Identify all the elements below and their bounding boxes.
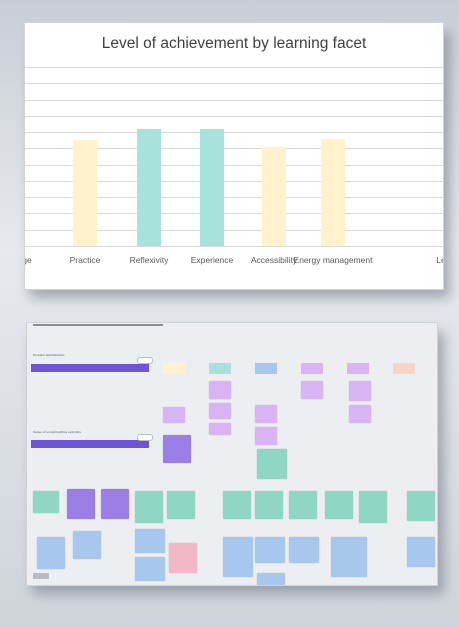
section1-band: [31, 364, 149, 372]
gridline: [25, 67, 443, 68]
sticky-note[interactable]: [349, 405, 371, 423]
sticky-note[interactable]: [289, 537, 319, 563]
column-header: [301, 363, 323, 374]
chart-card: Level of achievement by learning facet g…: [24, 22, 444, 290]
sticky-note[interactable]: [331, 537, 367, 577]
gridline: [25, 83, 443, 85]
board-header-text: [33, 324, 163, 326]
sticky-note[interactable]: [163, 435, 191, 463]
sticky-note[interactable]: [209, 381, 231, 399]
sticky-note[interactable]: [257, 573, 285, 585]
column-header: [347, 363, 369, 374]
column-header: [393, 363, 415, 374]
sticky-note[interactable]: [255, 427, 277, 445]
sticky-note[interactable]: [167, 491, 195, 519]
section2-pill: [137, 434, 153, 441]
sticky-note[interactable]: [349, 381, 371, 401]
sticky-note[interactable]: [223, 537, 253, 577]
chart-bar: [200, 128, 224, 246]
gridline: [25, 115, 443, 117]
sticky-note[interactable]: [407, 491, 435, 521]
sticky-note[interactable]: [135, 529, 165, 553]
board-logo: [33, 573, 49, 579]
sticky-note[interactable]: [169, 543, 197, 573]
chart-title: Level of achievement by learning facet: [101, 35, 367, 52]
gridline: [25, 132, 443, 134]
sticky-note[interactable]: [209, 423, 231, 435]
sticky-note[interactable]: [135, 491, 163, 523]
gridline: [25, 99, 443, 101]
sticky-note[interactable]: [407, 537, 435, 567]
sticky-note[interactable]: [289, 491, 317, 519]
chart-bar: [137, 128, 161, 246]
section1-pill: [137, 357, 153, 364]
sticky-note[interactable]: [67, 489, 95, 519]
sticky-note[interactable]: [255, 491, 283, 519]
sticky-note[interactable]: [37, 537, 65, 569]
section2-title: Sense of unmet/met/key activities: [33, 430, 82, 434]
column-header: [163, 363, 185, 374]
x-tick-label: Energy management: [293, 255, 373, 265]
sticky-note[interactable]: [163, 407, 185, 423]
chart-bar: [262, 146, 286, 246]
sticky-note[interactable]: [255, 537, 285, 563]
sticky-note[interactable]: [209, 403, 231, 419]
x-tick-label: Le: [436, 255, 443, 265]
board-card: Problem identification Sense of unmet/me…: [26, 322, 438, 586]
sticky-note[interactable]: [257, 449, 287, 479]
sticky-note[interactable]: [135, 557, 165, 581]
column-header: [255, 363, 277, 374]
sticky-note[interactable]: [359, 491, 387, 523]
chart-bar: [321, 138, 345, 246]
sticky-note[interactable]: [325, 491, 353, 519]
column-header: [209, 363, 231, 374]
sticky-note[interactable]: [301, 381, 323, 399]
section2-band: [31, 440, 149, 448]
gridline: [25, 246, 443, 247]
chart-bar: [73, 140, 97, 246]
sticky-note[interactable]: [255, 405, 277, 423]
sticky-note[interactable]: [33, 491, 59, 513]
sticky-note[interactable]: [73, 531, 101, 559]
sticky-note[interactable]: [223, 491, 251, 519]
section1-title: Problem identification: [33, 353, 65, 357]
sticky-note[interactable]: [101, 489, 129, 519]
